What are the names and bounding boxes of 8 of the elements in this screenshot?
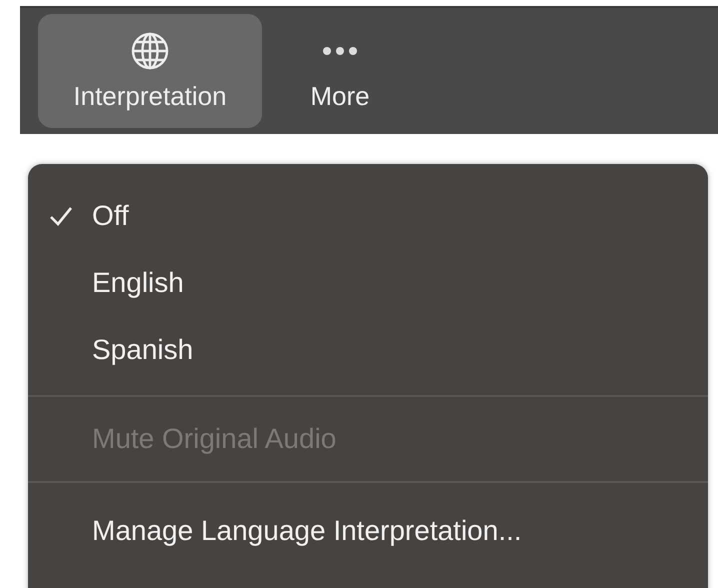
globe-icon (130, 30, 170, 70)
menu-item[interactable]: Manage Language Interpretation... (28, 483, 708, 579)
more-button[interactable]: More (260, 14, 420, 128)
globe-button[interactable]: Interpretation (38, 14, 262, 128)
menu-item[interactable]: English (28, 249, 708, 316)
menu-item[interactable]: Off (28, 182, 708, 249)
menu-item[interactable]: Spanish (28, 316, 708, 383)
more-icon (323, 46, 357, 54)
